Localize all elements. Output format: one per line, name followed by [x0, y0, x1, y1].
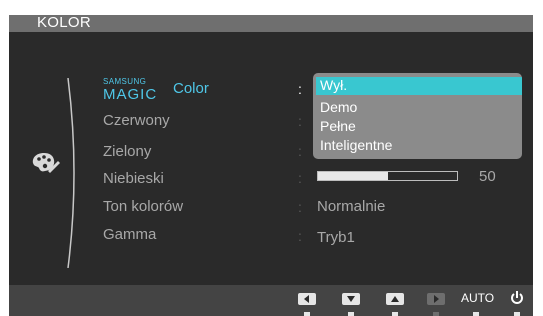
colon-niebieski: :: [298, 170, 302, 186]
gamma-value: Tryb1: [317, 229, 355, 246]
niebieski-value: 50: [479, 168, 496, 185]
palette-icon: [32, 153, 60, 173]
colon-zielony: :: [298, 143, 302, 159]
menu-bracket: [67, 78, 75, 268]
magic-color-dropdown[interactable]: Wył. Demo Pełne Inteligentne: [313, 73, 522, 159]
enter-button[interactable]: [427, 293, 445, 305]
button-tick: [304, 312, 310, 316]
left-arrow-icon: [304, 295, 309, 303]
power-icon[interactable]: [510, 290, 524, 306]
button-guide-bar: [9, 285, 533, 316]
dropdown-option-pelne[interactable]: Pełne: [320, 118, 356, 134]
osd-menu: KOLOR SAMSUNG MAGIC Color : Czerwony : Z…: [9, 15, 533, 316]
menu-item-niebieski[interactable]: Niebieski: [103, 170, 164, 187]
menu-item-gamma[interactable]: Gamma: [103, 226, 156, 243]
magic-label: MAGIC: [103, 86, 158, 103]
down-arrow-icon: [347, 296, 355, 302]
button-tick: [392, 312, 398, 316]
button-tick: [514, 312, 520, 316]
colon-czerwony: :: [298, 113, 302, 129]
button-tick: [473, 312, 479, 316]
dropdown-option-inteligentne[interactable]: Inteligentne: [320, 137, 392, 153]
colon-gamma: :: [298, 228, 302, 244]
menu-item-zielony[interactable]: Zielony: [103, 143, 151, 160]
niebieski-slider[interactable]: [317, 171, 458, 181]
menu-item-ton-kolorow[interactable]: Ton kolorów: [103, 198, 183, 215]
button-tick: [433, 312, 439, 316]
dropdown-selected-highlight[interactable]: Wył.: [316, 77, 522, 95]
enter-icon: [434, 295, 439, 303]
samsung-label: SAMSUNG: [103, 77, 147, 86]
colon-ton-kolorow: :: [298, 199, 302, 215]
left-button[interactable]: [298, 293, 316, 305]
dropdown-option-demo[interactable]: Demo: [320, 99, 357, 115]
dropdown-option-wyl[interactable]: Wył.: [320, 77, 347, 93]
up-button[interactable]: [386, 293, 404, 305]
button-tick: [348, 312, 354, 316]
page-title: KOLOR: [37, 15, 92, 31]
up-arrow-icon: [391, 296, 399, 302]
title-bar: KOLOR: [9, 15, 533, 32]
menu-item-magic-color[interactable]: SAMSUNG MAGIC Color: [103, 77, 209, 104]
down-button[interactable]: [342, 293, 360, 305]
colon-magic-color: :: [298, 81, 302, 97]
menu-item-czerwony[interactable]: Czerwony: [103, 112, 170, 129]
auto-button[interactable]: AUTO: [461, 291, 494, 305]
ton-kolorow-value: Normalnie: [317, 198, 386, 215]
niebieski-slider-fill: [318, 172, 388, 180]
color-label: Color: [173, 80, 209, 97]
